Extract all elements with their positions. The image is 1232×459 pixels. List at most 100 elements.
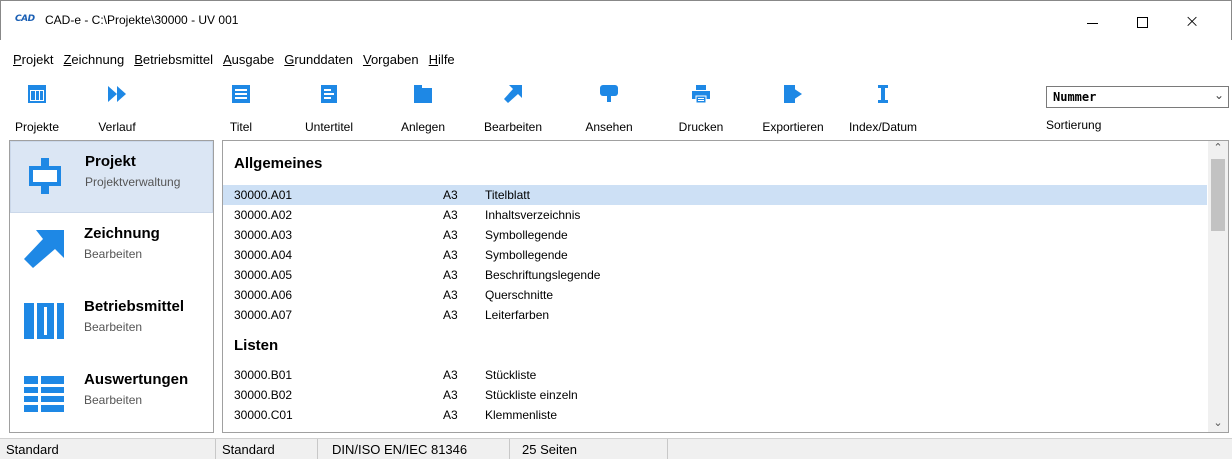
status-layout: Standard: [0, 439, 216, 459]
history-icon: [108, 86, 126, 102]
row-title: Querschnitte: [485, 288, 554, 302]
ansehen-button[interactable]: Ansehen: [574, 82, 644, 136]
nav-item-betriebsmittel[interactable]: Betriebsmittel Bearbeiten: [10, 287, 213, 359]
scroll-up-icon[interactable]: ⌃: [1208, 141, 1228, 157]
row-format: A3: [443, 188, 458, 202]
nav-item-projekt[interactable]: Projekt Projektverwaltung: [10, 141, 213, 213]
maximize-button[interactable]: [1119, 7, 1165, 37]
untertitel-button[interactable]: Untertitel: [294, 82, 364, 136]
row-format: A3: [443, 228, 458, 242]
row-format: A3: [443, 388, 458, 402]
row-format: A3: [443, 368, 458, 382]
nav-title-betriebsmittel: Betriebsmittel: [84, 298, 185, 315]
index-datum-button[interactable]: Index/Datum: [848, 82, 918, 136]
row-title: Klemmenliste: [485, 408, 558, 422]
status-bar: Standard Standard DIN/ISO EN/IEC 81346 2…: [0, 438, 1232, 459]
row-title: Stückliste: [485, 368, 537, 382]
bearbeiten-button[interactable]: Bearbeiten: [478, 82, 548, 136]
bearbeiten-label: Bearbeiten: [483, 120, 543, 134]
group-title-listen: Listen: [234, 337, 279, 354]
nav-panel: Projekt Projektverwaltung Zeichnung Bear…: [9, 140, 214, 433]
row-number: 30000.A04: [234, 248, 293, 262]
row-title: Beschriftungslegende: [485, 268, 601, 282]
table-row[interactable]: 30000.A02 A3 Inhaltsverzeichnis: [223, 205, 1207, 225]
row-format: A3: [443, 248, 458, 262]
table-row[interactable]: 30000.A04 A3 Symbollegende: [223, 245, 1207, 265]
close-icon: ×: [1184, 11, 1200, 32]
nav-item-zeichnung[interactable]: Zeichnung Bearbeiten: [10, 214, 213, 286]
exportieren-button[interactable]: Exportieren: [758, 82, 828, 136]
table-row[interactable]: 30000.A03 A3 Symbollegende: [223, 225, 1207, 245]
create-icon: [414, 85, 432, 103]
table-row[interactable]: 30000.A05 A3 Beschriftungslegende: [223, 265, 1207, 285]
menu-hilfe[interactable]: Hilfe: [424, 50, 460, 70]
app-logo: CAD: [15, 14, 35, 24]
anlegen-button[interactable]: Anlegen: [388, 82, 458, 136]
drucken-label: Drucken: [678, 120, 724, 134]
status-page-count: 25 Seiten: [510, 439, 668, 459]
row-format: A3: [443, 288, 458, 302]
menu-betriebsmittel[interactable]: Betriebsmittel: [129, 50, 218, 70]
vertical-scrollbar[interactable]: ⌃ ⌄: [1208, 141, 1228, 432]
sort-value: Nummer: [1053, 90, 1097, 104]
table-row[interactable]: 30000.A07 A3 Leiterfarben: [223, 305, 1207, 325]
scroll-down-icon[interactable]: ⌄: [1208, 416, 1228, 432]
scroll-thumb[interactable]: [1211, 159, 1225, 231]
untertitel-label: Untertitel: [304, 120, 354, 134]
row-number: 30000.B01: [234, 368, 293, 382]
row-number: 30000.C01: [234, 408, 293, 422]
row-title: Leiterfarben: [485, 308, 550, 322]
row-title: Symbollegende: [485, 248, 568, 262]
verlauf-button[interactable]: Verlauf: [82, 82, 152, 136]
edit-icon: [504, 85, 522, 103]
row-number: 30000.B02: [234, 388, 293, 402]
menu-projekt[interactable]: Projekt: [8, 50, 58, 70]
row-number: 30000.A07: [234, 308, 293, 322]
table-row[interactable]: 30000.C01 A3 Klemmenliste: [223, 405, 1207, 425]
menu-zeichnung[interactable]: Zeichnung: [58, 50, 129, 70]
verlauf-label: Verlauf: [98, 120, 136, 134]
minimize-icon: [1086, 22, 1098, 24]
table-row[interactable]: 30000.A06 A3 Querschnitte: [223, 285, 1207, 305]
sort-caption: Sortierung: [1046, 118, 1102, 132]
exportieren-label: Exportieren: [762, 120, 824, 134]
menu-grunddaten[interactable]: Grunddaten: [279, 50, 358, 70]
sort-select[interactable]: Nummer ⌄: [1046, 86, 1229, 108]
maximize-icon: [1136, 16, 1148, 28]
print-icon: [692, 85, 710, 104]
nav-sub-zeichnung: Bearbeiten: [84, 247, 143, 261]
menu-ausgabe[interactable]: Ausgabe: [218, 50, 279, 70]
table-row[interactable]: 30000.B02 A3 Stückliste einzeln: [223, 385, 1207, 405]
status-profile: Standard: [216, 439, 318, 459]
projekte-button[interactable]: Projekte: [2, 82, 72, 136]
title-bar: CAD CAD-e - C:\Projekte\30000 - UV 001 ×: [0, 0, 1232, 40]
row-title: Stückliste einzeln: [485, 388, 578, 402]
nav-item-auswertungen[interactable]: Auswertungen Bearbeiten: [10, 360, 213, 432]
row-number: 30000.A06: [234, 288, 293, 302]
titel-button[interactable]: Titel: [206, 82, 276, 136]
table-row[interactable]: 30000.A01 A3 Titelblatt: [223, 185, 1207, 205]
view-icon: [600, 85, 618, 102]
equipment-icon: [24, 303, 64, 339]
nav-title-zeichnung: Zeichnung: [84, 225, 160, 242]
close-button[interactable]: ×: [1169, 7, 1215, 37]
index-datum-label: Index/Datum: [848, 120, 918, 134]
group-title-allgemeines: Allgemeines: [234, 155, 323, 172]
table-row[interactable]: 30000.B01 A3 Stückliste: [223, 365, 1207, 385]
row-number: 30000.A01: [234, 188, 293, 202]
row-number: 30000.A03: [234, 228, 293, 242]
titel-label: Titel: [229, 120, 253, 134]
projects-icon: [28, 85, 46, 103]
row-title: Symbollegende: [485, 228, 568, 242]
window-title: CAD-e - C:\Projekte\30000 - UV 001: [45, 13, 239, 27]
drucken-button[interactable]: Drucken: [666, 82, 736, 136]
nav-sub-projekt: Projektverwaltung: [85, 175, 181, 189]
row-format: A3: [443, 208, 458, 222]
menu-vorgaben[interactable]: Vorgaben: [358, 50, 424, 70]
row-number: 30000.A05: [234, 268, 293, 282]
anlegen-label: Anlegen: [400, 120, 446, 134]
chevron-down-icon: ⌄: [1213, 88, 1224, 102]
export-icon: [784, 85, 802, 103]
index-icon: [878, 85, 888, 103]
minimize-button[interactable]: [1069, 7, 1115, 37]
